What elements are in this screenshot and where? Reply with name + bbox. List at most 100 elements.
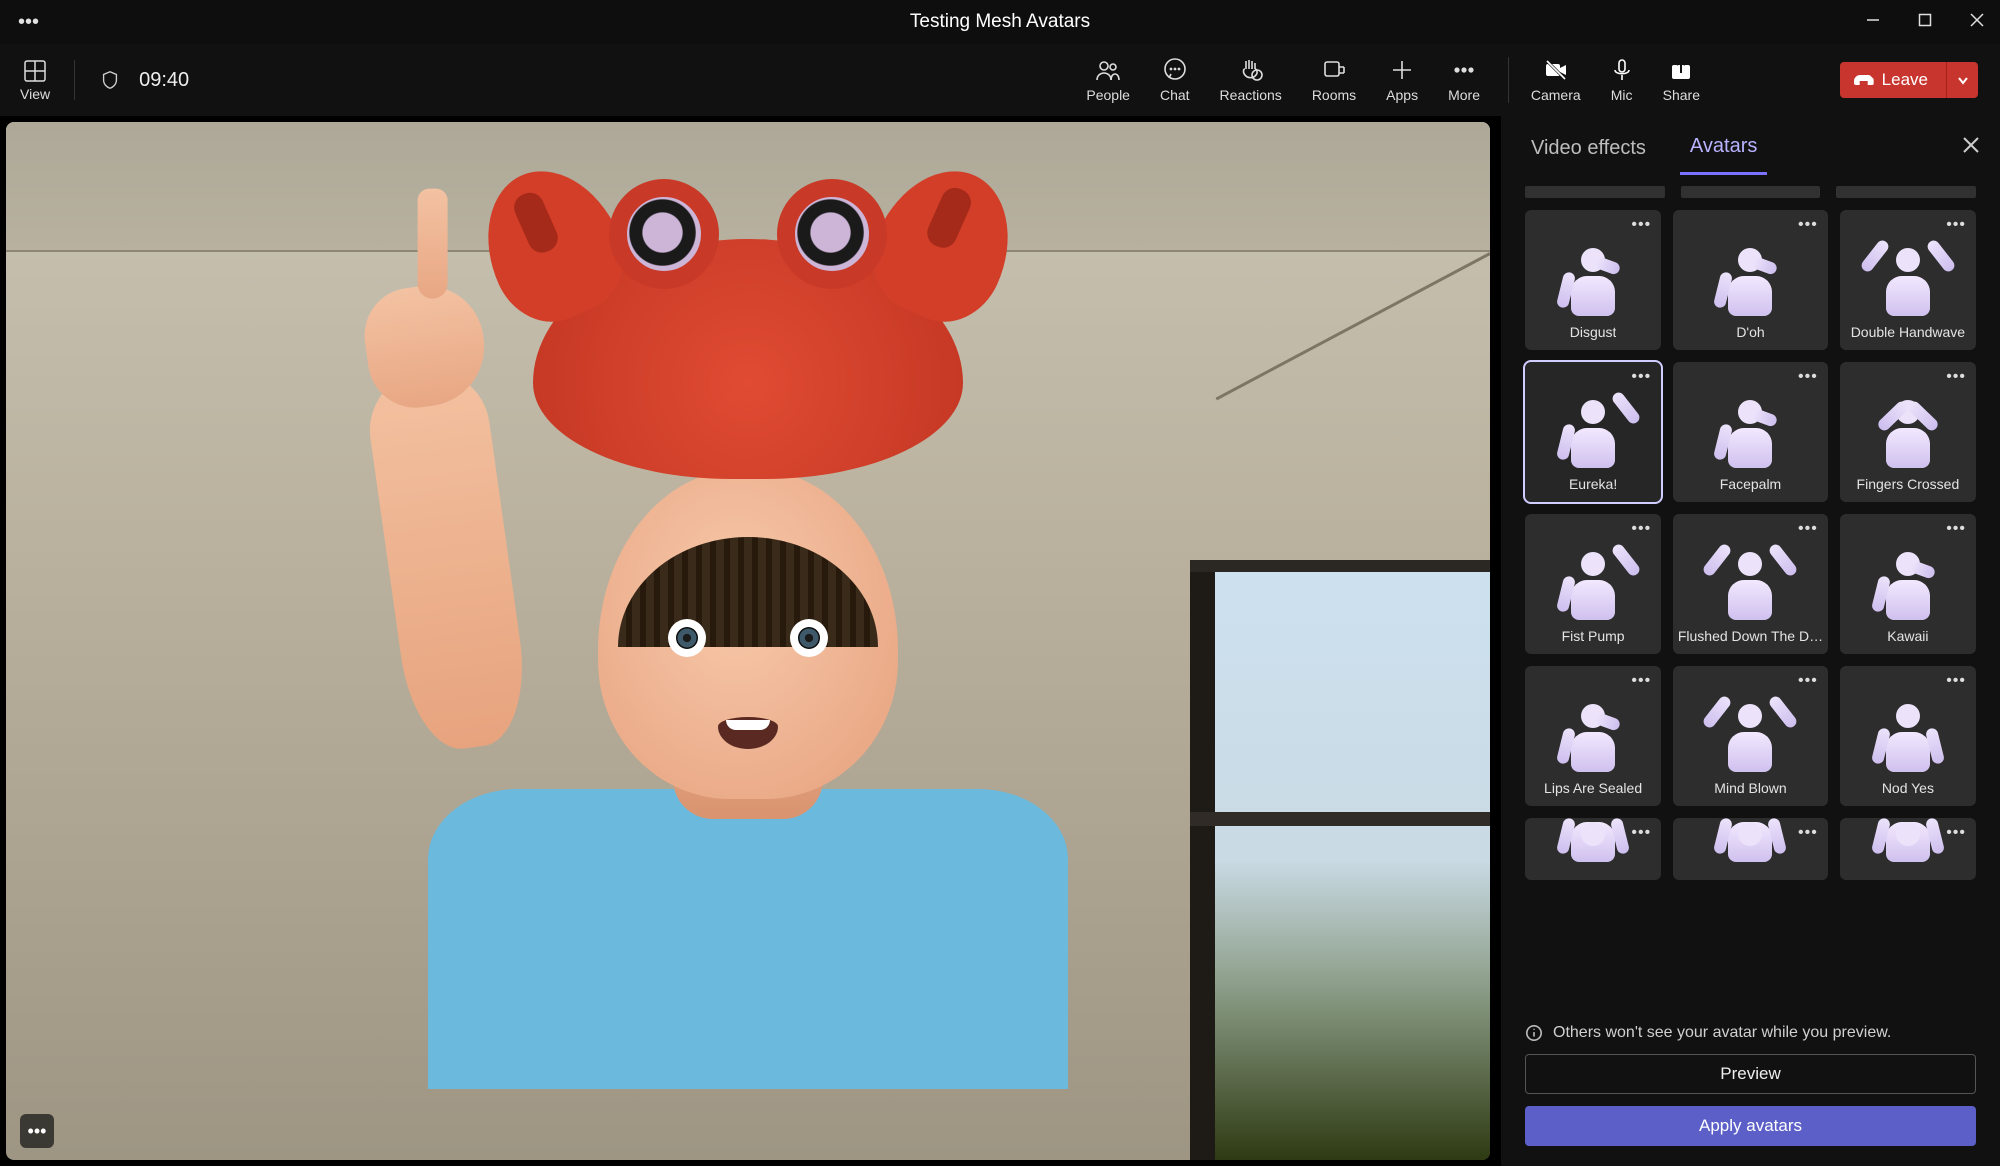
reaction-card[interactable]: ••• — [1673, 818, 1828, 880]
leave-dropdown[interactable] — [1946, 62, 1978, 98]
close-button[interactable] — [1964, 13, 1990, 32]
card-more-icon[interactable]: ••• — [1798, 520, 1818, 538]
view-label: View — [20, 86, 50, 102]
view-button[interactable]: View — [20, 58, 50, 102]
partial-card[interactable] — [1681, 186, 1821, 198]
window-title: Testing Mesh Avatars — [910, 11, 1090, 33]
reaction-label: Mind Blown — [1714, 780, 1786, 796]
avatars-panel: Video effects Avatars •••Disgust•••D'oh•… — [1500, 116, 2000, 1166]
avatar-render — [398, 289, 1098, 1089]
camera-button[interactable]: Camera — [1531, 57, 1581, 103]
rooms-icon — [1321, 57, 1347, 83]
card-more-icon[interactable]: ••• — [1798, 368, 1818, 386]
avatar-preview — [6, 122, 1490, 1160]
card-more-icon[interactable]: ••• — [1946, 520, 1966, 538]
card-more-icon[interactable]: ••• — [1631, 520, 1651, 538]
share-button[interactable]: Share — [1663, 57, 1700, 103]
card-more-icon[interactable]: ••• — [1946, 672, 1966, 690]
reaction-thumbnail — [1879, 396, 1937, 468]
more-button[interactable]: More — [1448, 57, 1480, 103]
reaction-card[interactable]: ••• Nod Yes — [1840, 666, 1976, 806]
chat-icon — [1162, 57, 1188, 83]
reaction-thumbnail — [1879, 818, 1937, 862]
rooms-button[interactable]: Rooms — [1312, 57, 1356, 103]
preview-info: Others won't see your avatar while you p… — [1525, 1024, 1976, 1042]
reaction-card[interactable]: ••• D'oh — [1673, 210, 1828, 350]
reaction-thumbnail — [1879, 548, 1937, 620]
reaction-card[interactable]: ••• Facepalm — [1673, 362, 1828, 502]
reactions-icon — [1238, 57, 1264, 83]
card-more-icon[interactable]: ••• — [1798, 216, 1818, 234]
info-icon — [1525, 1024, 1543, 1042]
reaction-label: Lips Are Sealed — [1544, 780, 1642, 796]
preview-button[interactable]: Preview — [1525, 1054, 1976, 1094]
leave-button[interactable]: Leave — [1840, 62, 1946, 98]
reaction-card[interactable]: ••• Fingers Crossed — [1840, 362, 1976, 502]
reaction-thumbnail — [1721, 818, 1779, 862]
reaction-label: Kawaii — [1887, 628, 1928, 644]
apply-avatars-button[interactable]: Apply avatars — [1525, 1106, 1976, 1146]
reaction-thumbnail — [1721, 244, 1779, 316]
title-bar: ••• Testing Mesh Avatars — [0, 0, 2000, 44]
chat-button[interactable]: Chat — [1160, 57, 1190, 103]
reaction-thumbnail — [1721, 548, 1779, 620]
camera-off-icon — [1543, 57, 1569, 83]
reaction-label: Flushed Down The Drain — [1678, 628, 1823, 644]
reaction-card[interactable]: ••• Disgust — [1525, 210, 1661, 350]
mic-button[interactable]: Mic — [1609, 57, 1635, 103]
reaction-card[interactable]: ••• — [1525, 818, 1661, 880]
maximize-button[interactable] — [1912, 13, 1938, 32]
reactions-scroll[interactable]: ••• Disgust ••• D'oh ••• Double Handwave ••• Eu… — [1501, 178, 2000, 1012]
more-options-icon[interactable]: ••• — [0, 12, 57, 32]
card-more-icon[interactable]: ••• — [1631, 672, 1651, 690]
partial-card[interactable] — [1836, 186, 1976, 198]
card-more-icon[interactable]: ••• — [1631, 216, 1651, 234]
reaction-label: D'oh — [1736, 324, 1764, 340]
reaction-label: Fingers Crossed — [1857, 476, 1960, 492]
apps-button[interactable]: Apps — [1386, 57, 1418, 103]
reaction-label: Eureka! — [1569, 476, 1617, 492]
reaction-thumbnail — [1564, 700, 1622, 772]
divider — [74, 60, 75, 100]
card-more-icon[interactable]: ••• — [1798, 824, 1818, 842]
card-more-icon[interactable]: ••• — [1631, 824, 1651, 842]
more-icon — [1451, 57, 1477, 83]
shield-icon[interactable] — [99, 69, 121, 91]
meeting-toolbar: View 09:40 People Chat Reactions Rooms — [0, 44, 2000, 116]
partial-card[interactable] — [1525, 186, 1665, 198]
people-icon — [1095, 57, 1121, 83]
tab-video-effects[interactable]: Video effects — [1521, 121, 1656, 174]
reaction-label: Facepalm — [1720, 476, 1781, 492]
close-panel-icon[interactable] — [1962, 136, 1980, 159]
meeting-timer: 09:40 — [139, 69, 189, 92]
people-button[interactable]: People — [1086, 57, 1130, 103]
card-more-icon[interactable]: ••• — [1946, 216, 1966, 234]
reaction-label: Disgust — [1570, 324, 1617, 340]
reaction-card[interactable]: ••• Eureka! — [1525, 362, 1661, 502]
reaction-thumbnail — [1564, 244, 1622, 316]
video-more-icon[interactable]: ••• — [20, 1114, 54, 1148]
reaction-card[interactable]: ••• — [1840, 818, 1976, 880]
reactions-button[interactable]: Reactions — [1220, 57, 1282, 103]
share-icon — [1668, 57, 1694, 83]
reaction-thumbnail — [1721, 700, 1779, 772]
card-more-icon[interactable]: ••• — [1798, 672, 1818, 690]
reaction-thumbnail — [1721, 396, 1779, 468]
reaction-label: Double Handwave — [1851, 324, 1965, 340]
card-more-icon[interactable]: ••• — [1946, 824, 1966, 842]
reaction-card[interactable]: ••• Double Handwave — [1840, 210, 1976, 350]
reaction-card[interactable]: ••• Mind Blown — [1673, 666, 1828, 806]
minimize-button[interactable] — [1860, 13, 1886, 32]
reaction-card[interactable]: ••• Kawaii — [1840, 514, 1976, 654]
reaction-card[interactable]: ••• Lips Are Sealed — [1525, 666, 1661, 806]
reaction-label: Nod Yes — [1882, 780, 1934, 796]
mic-icon — [1609, 57, 1635, 83]
card-more-icon[interactable]: ••• — [1946, 368, 1966, 386]
tab-avatars[interactable]: Avatars — [1680, 119, 1767, 175]
card-more-icon[interactable]: ••• — [1631, 368, 1651, 386]
reaction-thumbnail — [1564, 818, 1622, 862]
plus-icon — [1389, 57, 1415, 83]
reaction-thumbnail — [1879, 700, 1937, 772]
reaction-card[interactable]: ••• Flushed Down The Drain — [1673, 514, 1828, 654]
reaction-card[interactable]: •••Fist Pump — [1525, 514, 1661, 654]
